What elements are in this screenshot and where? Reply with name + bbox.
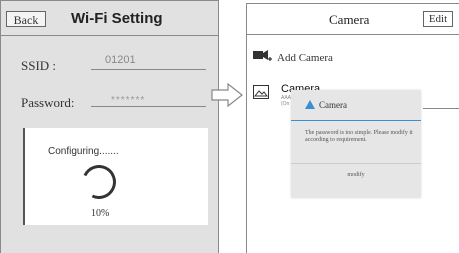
arrow-right-icon [211, 82, 243, 108]
add-camera-label: Add Camera [277, 52, 333, 64]
ssid-label: SSID : [21, 58, 57, 73]
camera-header: Camera Edit [247, 4, 459, 35]
password-label: Password: [21, 95, 75, 110]
dialog-message: The password is too simple. Please modif… [305, 130, 413, 143]
row-divider [423, 108, 459, 109]
edit-button[interactable]: Edit [423, 11, 453, 27]
progress-percent: 10% [91, 208, 110, 219]
configuring-panel: Configuring....... 10% [23, 128, 208, 225]
modify-button[interactable]: modify [291, 168, 421, 182]
password-input[interactable]: ******* [111, 95, 145, 106]
dialog-divider [291, 163, 421, 164]
camera-status: (On [281, 101, 290, 107]
add-camera-icon [253, 50, 272, 61]
configuring-text: Configuring....... [48, 146, 119, 157]
password-underline [91, 106, 206, 107]
dialog-header: Camera [291, 90, 421, 121]
wifi-setting-screen: Back Wi-Fi Setting SSID : 01201 Password… [0, 0, 219, 253]
dialog-title: Camera [319, 100, 347, 110]
wifi-setting-header: Back Wi-Fi Setting [1, 1, 218, 36]
warning-triangle-icon [305, 100, 315, 109]
back-button[interactable]: Back [6, 11, 46, 27]
loading-spinner-icon [77, 160, 121, 204]
ssid-underline [91, 69, 206, 70]
page-title: Wi-Fi Setting [71, 10, 163, 27]
page-title: Camera [329, 12, 370, 27]
add-camera-button[interactable]: Add Camera [247, 42, 459, 72]
password-warning-dialog: Camera The password is too simple. Pleas… [291, 90, 421, 198]
ssid-input[interactable]: 01201 [105, 54, 136, 66]
image-thumbnail-icon [253, 85, 269, 99]
